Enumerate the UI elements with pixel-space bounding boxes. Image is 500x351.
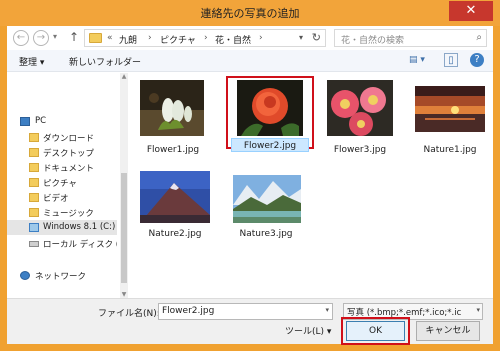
close-button[interactable]: ✕ bbox=[449, 1, 493, 21]
dialog-client: ← → ▾ ↑ « 九朗 › ピクチャ › 花・自然 › ▾ ↻ 花・自然の検索… bbox=[7, 26, 493, 345]
dialog-footer: ファイル名(N): Flower2.jpg ▾ 写真 (*.bmp;*.emf;… bbox=[7, 298, 493, 345]
nav-item-label: Windows 8.1 (C:) bbox=[43, 222, 116, 232]
up-folder-icon[interactable]: ↑ bbox=[69, 30, 79, 44]
nav-item-documents[interactable]: ドキュメント bbox=[7, 160, 117, 175]
folder-icon bbox=[89, 33, 102, 43]
breadcrumb-separator-icon[interactable]: › bbox=[204, 33, 208, 43]
window-title: 連絡先の写真の追加 bbox=[200, 7, 300, 20]
recent-locations-dropdown-icon[interactable]: ▾ bbox=[53, 32, 57, 41]
nav-item-downloads[interactable]: ダウンロード bbox=[7, 130, 117, 145]
filename-value: Flower2.jpg bbox=[162, 306, 215, 316]
nav-item-desktop[interactable]: デスクトップ bbox=[7, 145, 117, 160]
file-name: Nature3.jpg bbox=[239, 229, 293, 239]
file-name: Flower2.jpg bbox=[243, 141, 297, 151]
nav-pane-scrollbar[interactable]: ▲ ▼ bbox=[120, 73, 128, 298]
command-bar: 整理 ▾ 新しいフォルダー ▤ ▾ ▯ ? bbox=[7, 50, 493, 72]
scrollbar-thumb[interactable] bbox=[121, 173, 127, 283]
nav-item-label: ネットワーク bbox=[35, 272, 87, 282]
file-item[interactable]: Nature3.jpg bbox=[226, 169, 306, 249]
preview-pane-icon[interactable]: ▯ bbox=[444, 53, 458, 67]
ok-button[interactable]: OK bbox=[346, 321, 405, 341]
music-folder-icon bbox=[29, 208, 39, 217]
search-icon[interactable]: ⌕ bbox=[476, 32, 482, 43]
search-placeholder: 花・自然の検索 bbox=[341, 36, 405, 46]
photo-flower3 bbox=[327, 80, 393, 136]
filename-label: ファイル名(N): bbox=[98, 309, 160, 319]
nav-item-label: デスクトップ bbox=[43, 149, 95, 159]
network-icon bbox=[20, 271, 30, 280]
breadcrumb-item[interactable]: 九朗 bbox=[119, 33, 137, 46]
photo-nature1 bbox=[415, 86, 485, 132]
photo-nature2 bbox=[140, 171, 210, 223]
nav-item-label: ピクチャ bbox=[43, 179, 77, 189]
nav-item-label: ローカル ディスク (D:) bbox=[43, 240, 117, 250]
file-name: Flower3.jpg bbox=[333, 145, 387, 155]
video-folder-icon bbox=[29, 193, 39, 202]
file-item[interactable]: Flower3.jpg bbox=[322, 80, 398, 174]
nav-item-pc[interactable]: PC bbox=[7, 114, 117, 129]
breadcrumb-separator-icon[interactable]: › bbox=[259, 33, 263, 43]
tools-button[interactable]: ツール(L) ▾ bbox=[285, 324, 331, 337]
breadcrumb-separator-icon[interactable]: › bbox=[148, 33, 152, 43]
address-dropdown-icon[interactable]: ▾ bbox=[299, 33, 303, 42]
nav-item-network[interactable]: ネットワーク bbox=[7, 268, 117, 283]
photo-nature3 bbox=[233, 175, 301, 223]
forward-icon[interactable]: → bbox=[33, 30, 49, 46]
organize-button[interactable]: 整理 ▾ bbox=[19, 55, 44, 68]
nav-item-windows-drive[interactable]: Windows 8.1 (C:) bbox=[7, 220, 117, 235]
dialog-window: 連絡先の写真の追加 ✕ ← → ▾ ↑ « 九朗 › ピクチャ › 花・自然 ›… bbox=[0, 0, 500, 351]
nav-item-local-disk[interactable]: ローカル ディスク (D:) bbox=[7, 236, 117, 251]
breadcrumb-overflow-icon[interactable]: « bbox=[107, 33, 113, 43]
file-name: Nature1.jpg bbox=[423, 145, 477, 155]
navigation-pane[interactable]: PC ダウンロード デスクトップ ドキュメント ピクチャ ビデオ ミュージック … bbox=[7, 73, 120, 298]
pictures-folder-icon bbox=[29, 178, 39, 187]
address-row: ← → ▾ ↑ « 九朗 › ピクチャ › 花・自然 › ▾ ↻ 花・自然の検索… bbox=[7, 26, 493, 50]
address-bar[interactable]: « 九朗 › ピクチャ › 花・自然 › ▾ ↻ bbox=[84, 29, 326, 47]
file-item-selected[interactable]: Flower2.jpg bbox=[231, 80, 309, 152]
download-folder-icon bbox=[29, 133, 39, 142]
file-list: Flower1.jpg Flower2.jpg Flower3.jpg Natu… bbox=[129, 73, 493, 298]
nav-item-label: ダウンロード bbox=[43, 134, 95, 144]
title-bar[interactable]: 連絡先の写真の追加 ✕ bbox=[0, 0, 500, 26]
windows-drive-icon bbox=[29, 223, 39, 232]
nav-item-videos[interactable]: ビデオ bbox=[7, 190, 117, 205]
refresh-icon[interactable]: ↻ bbox=[312, 31, 321, 44]
file-name: Nature2.jpg bbox=[148, 229, 202, 239]
change-view-icon[interactable]: ▤ ▾ bbox=[409, 55, 425, 65]
filename-dropdown-icon[interactable]: ▾ bbox=[325, 306, 329, 314]
filetype-dropdown-icon[interactable]: ▾ bbox=[476, 306, 480, 314]
photo-flower2 bbox=[237, 80, 303, 136]
breadcrumb-item[interactable]: 花・自然 bbox=[215, 33, 251, 46]
filename-input[interactable]: Flower2.jpg ▾ bbox=[158, 303, 333, 320]
nav-item-label: PC bbox=[35, 116, 47, 126]
cancel-button[interactable]: キャンセル bbox=[416, 321, 480, 341]
local-disk-icon bbox=[29, 241, 39, 247]
help-icon[interactable]: ? bbox=[470, 53, 484, 67]
scroll-down-icon[interactable]: ▼ bbox=[120, 291, 128, 298]
nav-item-music[interactable]: ミュージック bbox=[7, 205, 117, 220]
desktop-folder-icon bbox=[29, 148, 39, 157]
photo-flower1 bbox=[140, 80, 204, 136]
breadcrumb-item[interactable]: ピクチャ bbox=[160, 33, 196, 46]
back-icon[interactable]: ← bbox=[13, 30, 29, 46]
file-item[interactable]: Nature1.jpg bbox=[411, 80, 489, 174]
file-name: Flower1.jpg bbox=[146, 145, 200, 155]
new-folder-button[interactable]: 新しいフォルダー bbox=[69, 55, 141, 68]
nav-item-pictures[interactable]: ピクチャ bbox=[7, 175, 117, 190]
nav-item-label: ビデオ bbox=[43, 194, 69, 204]
search-box[interactable]: 花・自然の検索 ⌕ bbox=[334, 29, 487, 47]
scroll-up-icon[interactable]: ▲ bbox=[120, 73, 128, 80]
documents-folder-icon bbox=[29, 163, 39, 172]
nav-item-label: ミュージック bbox=[43, 209, 94, 219]
nav-item-label: ドキュメント bbox=[43, 164, 95, 174]
file-item[interactable]: Flower1.jpg bbox=[135, 80, 211, 174]
file-item[interactable]: Nature2.jpg bbox=[135, 169, 215, 249]
pc-icon bbox=[20, 117, 30, 126]
